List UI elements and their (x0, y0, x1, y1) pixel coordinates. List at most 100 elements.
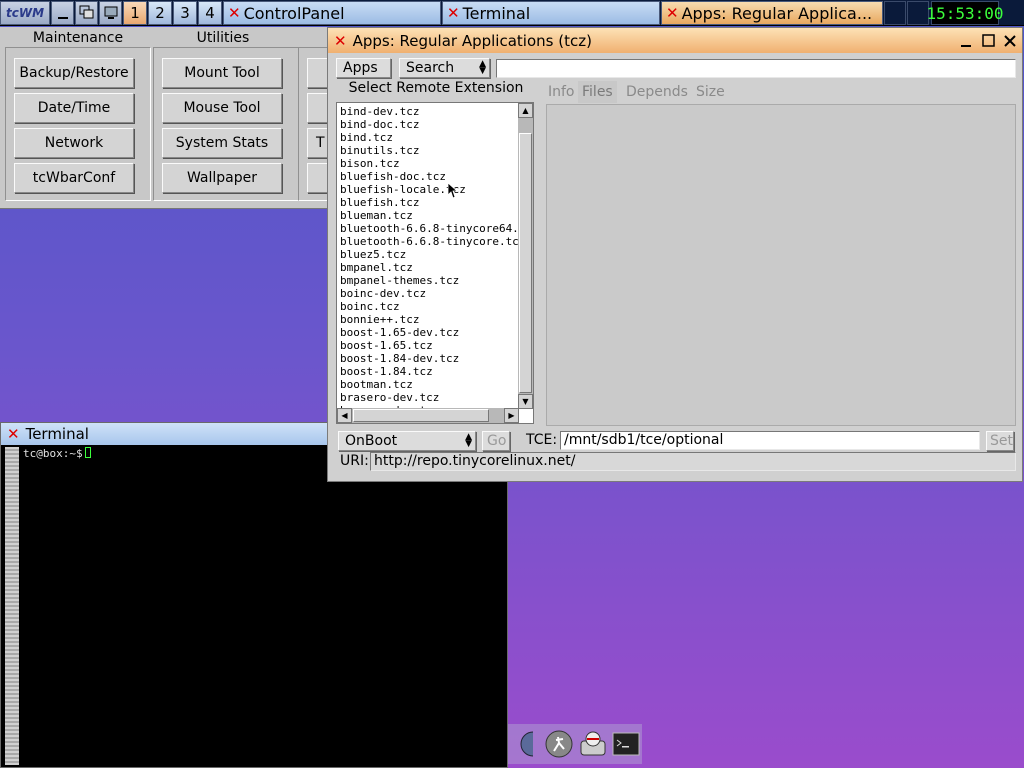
list-item[interactable]: bonnie++.tcz (340, 313, 518, 326)
tab-size[interactable]: Size (692, 81, 729, 103)
window-list-icon[interactable] (75, 1, 98, 25)
wallpaper-button[interactable]: Wallpaper (162, 163, 282, 193)
wm-logo[interactable]: tcWM (0, 1, 50, 25)
apps-title: Apps: Regular Applications (tcz) (352, 31, 592, 50)
apps-menu-button[interactable]: Apps (336, 58, 391, 78)
scroll-right-icon[interactable]: ▶ (504, 408, 519, 423)
window-close-icon[interactable] (1000, 31, 1020, 51)
list-item[interactable]: boost-1.84.tcz (340, 365, 518, 378)
list-item[interactable]: bmpanel-themes.tcz (340, 274, 518, 287)
list-vertical-thumb[interactable] (519, 133, 532, 393)
list-item[interactable]: bind-dev.tcz (340, 105, 518, 118)
extension-list-items: bind-dev.tcz bind-doc.tcz bind.tcz binutils… (340, 105, 518, 417)
wm-logo-text: tcWM (5, 6, 45, 20)
controlpanel-window: Maintenance Backup/Restore Date/Time Net… (0, 27, 337, 209)
list-item[interactable]: boinc.tcz (340, 300, 518, 313)
go-button[interactable]: Go (482, 431, 510, 451)
show-desktop-icon[interactable] (99, 1, 122, 25)
tab-files[interactable]: Files (578, 81, 617, 103)
apps-dock-icon[interactable] (510, 728, 542, 760)
desktop-3-label: 3 (180, 4, 190, 22)
close-icon: ✕ (666, 4, 679, 22)
hidden-button-3-label: T (316, 135, 325, 151)
task-controlpanel[interactable]: ✕ ControlPanel (223, 1, 441, 25)
tab-depends[interactable]: Depends (622, 81, 692, 103)
minimize-all-icon[interactable] (51, 1, 74, 25)
list-item[interactable]: boost-1.65-dev.tcz (340, 326, 518, 339)
close-icon[interactable]: ✕ (334, 32, 347, 50)
list-item[interactable]: bluefish-doc.tcz (340, 170, 518, 183)
list-item[interactable]: bluetooth-6.6.8-tinycore.tcz (340, 235, 518, 248)
tray-slot-1 (884, 1, 906, 25)
apps-titlebar[interactable]: ✕ Apps: Regular Applications (tcz) (328, 28, 1022, 53)
list-horizontal-scrollbar[interactable]: ◀ ▶ (337, 408, 519, 423)
desktop-3-button[interactable]: 3 (173, 1, 197, 25)
list-item[interactable]: boost-1.65.tcz (340, 339, 518, 352)
info-panel (546, 104, 1016, 426)
go-button-label: Go (487, 433, 507, 449)
list-item[interactable]: boost-1.84-dev.tcz (340, 352, 518, 365)
wbar-dock (508, 724, 642, 764)
tab-info[interactable]: Info (544, 81, 579, 103)
desktop-2-button[interactable]: 2 (148, 1, 172, 25)
system-stats-button[interactable]: System Stats (162, 128, 282, 158)
tcwbarconf-button[interactable]: tcWbarConf (14, 163, 134, 193)
list-item[interactable]: bind-doc.tcz (340, 118, 518, 131)
list-vertical-scrollbar[interactable]: ▲ ▼ (518, 103, 533, 409)
list-heading: Select Remote Extension (348, 80, 524, 96)
list-item[interactable]: blueman.tcz (340, 209, 518, 222)
tce-path-input[interactable]: /mnt/sdb1/tce/optional (560, 431, 980, 450)
terminal-dock-icon[interactable] (611, 728, 643, 760)
list-item[interactable]: bind.tcz (340, 131, 518, 144)
desktop-4-button[interactable]: 4 (198, 1, 222, 25)
running-man-icon[interactable] (544, 728, 576, 760)
scroll-left-icon[interactable]: ◀ (337, 408, 352, 423)
minimize-icon[interactable] (956, 31, 976, 51)
list-item[interactable]: bluefish-locale.tcz (340, 183, 518, 196)
uri-label: URI: (340, 453, 369, 469)
search-input[interactable] (496, 59, 1016, 78)
maintenance-group: Backup/Restore Date/Time Network tcWbarC… (5, 47, 151, 201)
set-button[interactable]: Set (986, 431, 1014, 451)
list-item[interactable]: brasero-dev.tcz (340, 391, 518, 404)
list-item[interactable]: boinc-dev.tcz (340, 287, 518, 300)
mouse-tool-button[interactable]: Mouse Tool (162, 93, 282, 123)
date-time-button[interactable]: Date/Time (14, 93, 134, 123)
search-mode-select[interactable]: Search ▲ ▼ (399, 58, 490, 78)
task-apps-label: Apps: Regular Applica... (681, 3, 873, 23)
list-horizontal-thumb[interactable] (353, 409, 489, 422)
desktop-4-label: 4 (205, 4, 215, 22)
uri-field: http://repo.tinycorelinux.net/ (370, 452, 1016, 471)
list-item[interactable]: bluetooth-6.6.8-tinycore64.t (340, 222, 518, 235)
install-mode-select[interactable]: OnBoot ▲ ▼ (338, 431, 476, 451)
extension-list[interactable]: bind-dev.tcz bind-doc.tcz bind.tcz binutils… (336, 102, 534, 424)
terminal-scrollbar[interactable] (5, 447, 19, 765)
scroll-down-icon[interactable]: ▼ (518, 394, 533, 409)
list-item[interactable]: bison.tcz (340, 157, 518, 170)
backup-restore-button[interactable]: Backup/Restore (14, 58, 134, 88)
install-mode-label: OnBoot (345, 433, 398, 449)
close-icon[interactable]: ✕ (7, 425, 20, 443)
list-item[interactable]: bootman.tcz (340, 378, 518, 391)
list-item[interactable]: bmpanel.tcz (340, 261, 518, 274)
third-group-partial: T (298, 47, 337, 201)
list-item[interactable]: bluez5.tcz (340, 248, 518, 261)
spinner-icon: ▲ ▼ (465, 432, 472, 449)
clock-text: 15:53:00 (926, 3, 1004, 23)
maximize-icon[interactable] (978, 31, 998, 51)
desktop-1-label: 1 (130, 4, 140, 22)
task-terminal[interactable]: ✕ Terminal (442, 1, 660, 25)
scroll-up-icon[interactable]: ▲ (518, 103, 533, 118)
list-item[interactable]: binutils.tcz (340, 144, 518, 157)
search-mode-label: Search (406, 60, 455, 76)
network-button[interactable]: Network (14, 128, 134, 158)
terminal-body[interactable]: tc@box:~$ (23, 447, 503, 763)
close-icon: ✕ (447, 4, 460, 22)
maintenance-column: Maintenance Backup/Restore Date/Time Net… (5, 27, 151, 201)
mount-tool-button[interactable]: Mount Tool (162, 58, 282, 88)
list-item[interactable]: bluefish.tcz (340, 196, 518, 209)
task-apps[interactable]: ✕ Apps: Regular Applica... (661, 1, 883, 25)
taskbar: tcWM 1 2 3 4 ✕ ControlPanel ✕ Terminal ✕ Ap… (0, 0, 1024, 26)
desktop-1-button[interactable]: 1 (123, 1, 147, 25)
network-dock-icon[interactable] (577, 728, 609, 760)
